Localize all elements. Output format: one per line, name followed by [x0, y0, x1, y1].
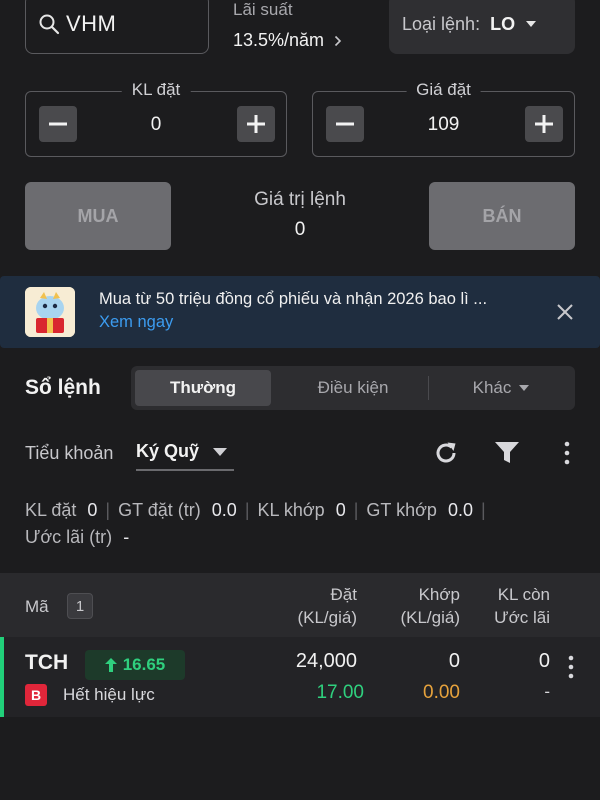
subaccount-underline: [136, 469, 234, 471]
col-order-header-line1: Đặt: [330, 585, 357, 604]
match-qty: 0: [448, 650, 460, 672]
uoc-lai-label: Ước lãi (tr): [25, 527, 113, 547]
row-accent-bar: [0, 637, 4, 717]
row-symbol: TCH: [25, 651, 69, 674]
kl-dat-value: 0: [87, 500, 98, 520]
order-book-title: Sổ lệnh: [25, 376, 101, 399]
col-remain-header-line2: Ước lãi: [494, 608, 550, 627]
interest-label: Lãi suất: [233, 0, 293, 19]
chevron-right-icon: [334, 35, 342, 46]
subaccount-select[interactable]: Ký Quỹ: [136, 441, 228, 462]
quantity-increase-button[interactable]: [237, 106, 275, 142]
order-price: 17.00: [316, 682, 364, 703]
plus-icon: [247, 115, 265, 133]
promo-banner[interactable]: Mua từ 50 triệu đồng cổ phiếu và nhận 20…: [0, 276, 600, 348]
col-order-header: Đặt (KL/giá): [297, 583, 357, 629]
kl-khop-label: KL khớp: [257, 500, 325, 520]
remain-qty: 0: [538, 650, 550, 672]
col-match-header-line2: (KL/giá): [400, 608, 460, 627]
sell-button[interactable]: BÁN: [429, 182, 575, 250]
order-type-select[interactable]: Loại lệnh: LO: [389, 0, 575, 54]
interest-value-link[interactable]: 13.5%/năm: [233, 30, 342, 51]
quantity-stepper: KL đặt 0: [25, 80, 287, 157]
col-match-header: Khớp (KL/giá): [400, 583, 460, 629]
tab-other[interactable]: Khác: [431, 370, 571, 406]
price-change-badge: 16.65: [85, 650, 185, 680]
more-vertical-icon[interactable]: [562, 440, 572, 466]
caret-down-icon: [213, 447, 228, 456]
tab-other-label: Khác: [472, 378, 512, 397]
orders-table-header: Mã 1 Đặt (KL/giá) Khớp (KL/giá) KL còn Ư…: [0, 573, 600, 637]
order-status: Hết hiệu lực: [63, 685, 155, 704]
gt-khop-value: 0.0: [447, 500, 473, 520]
col-match-header-line1: Khớp: [418, 585, 460, 604]
promo-mascot-image: [25, 287, 75, 337]
table-row[interactable]: TCH 16.65 B Hết hiệu lực 24,000 17.00 0 …: [0, 637, 600, 717]
subaccount-label: Tiểu khoản: [25, 443, 114, 463]
filter-icon[interactable]: [494, 441, 520, 465]
side-badge: B: [25, 684, 47, 706]
row-more-icon[interactable]: [566, 654, 576, 680]
promo-text: Mua từ 50 triệu đồng cổ phiếu và nhận 20…: [99, 290, 488, 308]
order-count-badge: 1: [67, 593, 93, 619]
price-label: Giá đặt: [406, 80, 481, 100]
price-change-value: 16.65: [122, 655, 166, 674]
gt-dat-value: 0.0: [211, 500, 237, 520]
col-order-header-line2: (KL/giá): [297, 608, 357, 627]
plus-icon: [535, 115, 553, 133]
match-price: 0.00: [423, 682, 460, 703]
kl-dat-label: KL đặt: [25, 500, 77, 520]
search-value: VHM: [66, 11, 117, 36]
gt-khop-label: GT khớp: [366, 500, 437, 520]
stock-search-input[interactable]: VHM: [25, 0, 209, 54]
stats-line-1: KL đặt 0 | GT đặt (tr) 0.0 | KL khớp 0 | GT kh…: [25, 500, 486, 520]
col-code-header: Mã: [25, 597, 49, 616]
interest-value: 13.5%/năm: [233, 30, 325, 50]
tab-divider: [428, 376, 429, 400]
kl-khop-value: 0: [335, 500, 346, 520]
order-stats: KL đặt 0 | GT đặt (tr) 0.0 | KL khớp 0 | GT kh…: [25, 497, 585, 551]
price-stepper: Giá đặt 109: [312, 80, 575, 157]
promo-link[interactable]: Xem ngay: [99, 313, 173, 332]
close-icon[interactable]: [555, 302, 575, 322]
refresh-icon[interactable]: [433, 440, 459, 466]
tab-conditional[interactable]: Điều kiện: [281, 370, 425, 406]
order-type-label: Loại lệnh:: [402, 13, 481, 34]
tab-normal[interactable]: Thường: [135, 370, 271, 406]
arrow-up-icon: [104, 658, 117, 672]
uoc-lai-value: -: [123, 527, 130, 547]
price-increase-button[interactable]: [525, 106, 563, 142]
stats-line-2: Ước lãi (tr) -: [25, 524, 585, 551]
col-remain-header: KL còn Ước lãi: [494, 583, 550, 629]
quantity-label: KL đặt: [121, 80, 191, 100]
order-qty: 24,000: [295, 650, 357, 672]
col-remain-header-line1: KL còn: [497, 585, 550, 604]
gt-dat-label: GT đặt (tr): [118, 500, 201, 520]
order-book-tabs: Thường Điều kiện Khác: [131, 366, 575, 410]
profit-estimate: -: [544, 682, 550, 701]
caret-down-icon: [519, 385, 530, 391]
search-icon: [39, 14, 60, 35]
caret-down-icon: [526, 21, 537, 27]
subaccount-value: Ký Quỹ: [136, 441, 200, 461]
order-type-value: LO: [490, 13, 516, 34]
